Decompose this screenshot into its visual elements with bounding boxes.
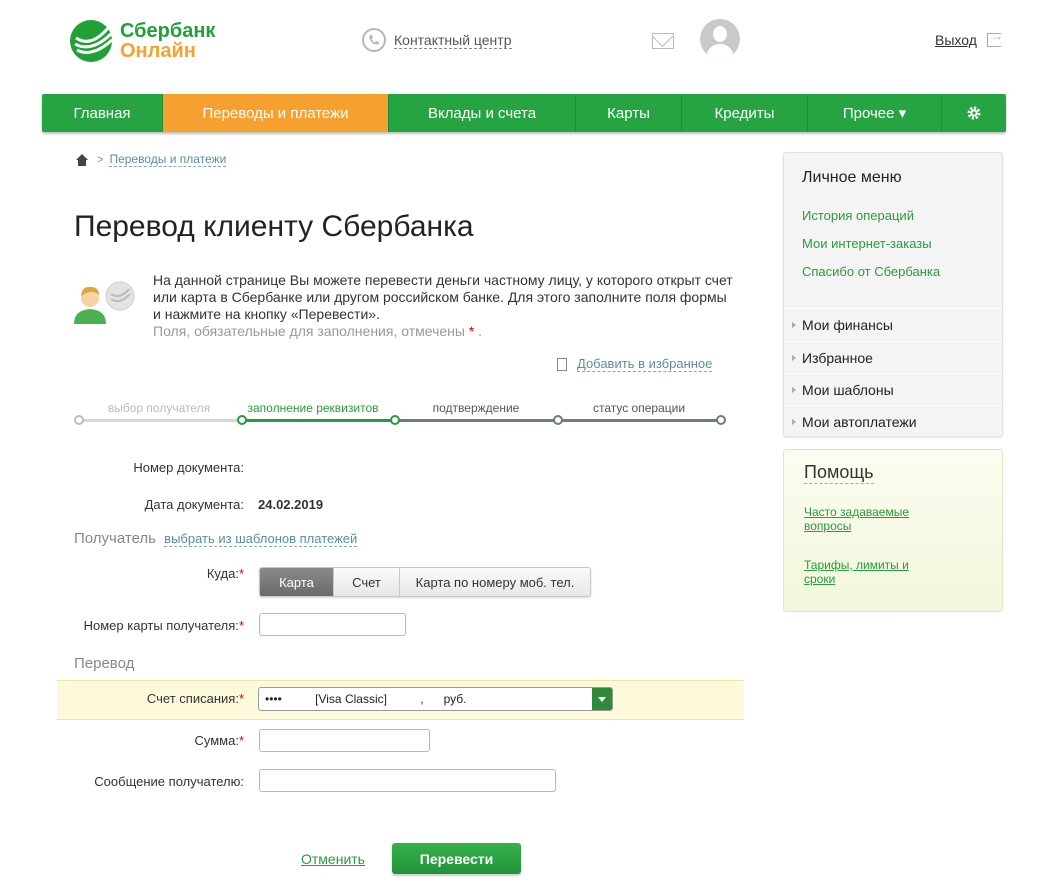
gear-icon xyxy=(967,106,981,120)
step-dot xyxy=(553,415,563,425)
where-label: Куда:* xyxy=(206,566,244,581)
step-label-fill-details: заполнение реквизитов xyxy=(247,401,379,415)
sidebar-item-autopayments[interactable]: Мои автоплатежи xyxy=(784,406,1002,438)
required-note: Поля, обязательные для заполнения, отмеч… xyxy=(153,323,465,339)
logout-label: Выход xyxy=(935,32,977,48)
logo-text-sberbank: Сбербанк xyxy=(120,20,216,42)
add-to-favorites-label: Добавить в избранное xyxy=(577,356,713,372)
help-panel: Помощь Часто задаваемые вопросы Тарифы, … xyxy=(783,449,1003,612)
step-line-done xyxy=(79,419,242,422)
nav-item-other[interactable]: Прочее ▾ xyxy=(808,94,942,132)
step-line-current xyxy=(242,419,395,422)
breadcrumb: > Переводы и платежи xyxy=(75,152,227,167)
page-title: Перевод клиенту Сбербанка xyxy=(74,210,474,243)
chevron-down-icon[interactable] xyxy=(592,688,612,710)
chevron-right-icon: > xyxy=(97,153,104,166)
bookmark-icon xyxy=(557,357,567,371)
step-label-confirmation: подтверждение xyxy=(432,401,520,415)
add-to-favorites-link[interactable]: Добавить в избранное xyxy=(557,356,713,372)
amount-label: Сумма:* xyxy=(194,733,244,748)
message-input[interactable] xyxy=(259,769,556,792)
nav-item-credits[interactable]: Кредиты xyxy=(682,94,808,132)
nav-item-home[interactable]: Главная xyxy=(42,94,163,132)
step-label-select-recipient: выбор получателя xyxy=(107,401,211,415)
account-select-value: •••• [Visa Classic] , руб. xyxy=(265,692,467,706)
account-label: Счет списания:* xyxy=(146,691,244,706)
help-title[interactable]: Помощь xyxy=(804,462,874,484)
internet-orders-link[interactable]: Мои интернет-заказы xyxy=(802,236,932,251)
settings-button[interactable] xyxy=(942,94,1006,132)
recipient-section-label: Получатель xyxy=(74,530,156,547)
transfer-person-icon xyxy=(74,281,135,324)
intro-text: На данной странице Вы можете перевести д… xyxy=(153,272,733,322)
triangle-right-icon xyxy=(792,419,796,425)
doc-date-label: Дата документа: xyxy=(144,497,244,512)
spasibo-link[interactable]: Спасибо от Сбербанка xyxy=(802,264,940,279)
faq-link[interactable]: Часто задаваемые вопросы xyxy=(804,505,924,533)
destination-account-button[interactable]: Счет xyxy=(334,568,400,596)
main-nav: Главная Переводы и платежи Вклады и счет… xyxy=(42,94,1006,132)
doc-date-value: 24.02.2019 xyxy=(258,497,324,512)
card-number-input[interactable] xyxy=(259,613,406,636)
card-number-label: Номер карты получателя:* xyxy=(83,618,244,633)
logo-text-online: Онлайн xyxy=(120,40,196,62)
intro-text-block: На данной странице Вы можете перевести д… xyxy=(153,272,733,340)
step-label-status: статус операции xyxy=(592,401,686,415)
sberbank-logo[interactable]: Сбербанк Онлайн xyxy=(68,18,215,64)
required-note-end: . xyxy=(478,323,483,339)
home-icon[interactable] xyxy=(75,153,89,166)
submit-transfer-button[interactable]: Перевести xyxy=(392,843,521,874)
step-dot xyxy=(237,415,247,425)
recipient-section-title: Получатель выбрать из шаблонов платежей xyxy=(74,530,358,547)
sidebar-item-favorites[interactable]: Избранное xyxy=(784,342,1002,374)
destination-phone-button[interactable]: Карта по номеру моб. тел. xyxy=(400,568,590,596)
message-label: Сообщение получателю: xyxy=(94,774,244,789)
triangle-right-icon xyxy=(792,387,796,393)
doc-number-label: Номер документа: xyxy=(133,460,244,475)
logout-icon xyxy=(986,29,1003,47)
tariffs-link[interactable]: Тарифы, лимиты и сроки xyxy=(804,558,924,586)
triangle-right-icon xyxy=(792,322,796,328)
account-select[interactable]: •••• [Visa Classic] , руб. xyxy=(258,687,613,711)
step-dot xyxy=(390,415,400,425)
step-dot xyxy=(74,415,84,425)
logout-button[interactable]: Выход xyxy=(935,29,1003,48)
amount-input[interactable] xyxy=(259,729,430,752)
step-dot xyxy=(716,415,726,425)
personal-menu-title: Личное меню xyxy=(802,169,902,186)
transfer-section-title: Перевод xyxy=(74,655,135,672)
progress-steps: выбор получателя заполнение реквизитов п… xyxy=(74,400,730,430)
destination-type-selector: Карта Счет Карта по номеру моб. тел. xyxy=(259,567,591,597)
history-link[interactable]: История операций xyxy=(802,208,914,223)
nav-item-transfers[interactable]: Переводы и платежи xyxy=(163,94,389,132)
choose-template-link[interactable]: выбрать из шаблонов платежей xyxy=(164,531,358,547)
destination-card-button[interactable]: Карта xyxy=(260,568,334,596)
cancel-link[interactable]: Отменить xyxy=(301,851,365,867)
avatar[interactable] xyxy=(700,19,740,59)
contact-center-link[interactable]: Контактный центр xyxy=(362,28,512,52)
personal-menu: Личное меню История операций Мои интерне… xyxy=(783,152,1003,437)
mail-icon[interactable] xyxy=(652,33,674,49)
sidebar-item-templates[interactable]: Мои шаблоны xyxy=(784,374,1002,406)
contact-center-label: Контактный центр xyxy=(394,31,512,49)
required-mark: * xyxy=(468,323,475,339)
nav-item-deposits[interactable]: Вклады и счета xyxy=(389,94,576,132)
phone-icon xyxy=(362,28,386,52)
sberbank-logo-icon xyxy=(70,20,114,62)
nav-item-cards[interactable]: Карты xyxy=(576,94,682,132)
sidebar-item-my-finances[interactable]: Мои финансы xyxy=(784,309,1002,341)
breadcrumb-link-transfers[interactable]: Переводы и платежи xyxy=(109,152,227,167)
triangle-right-icon xyxy=(792,355,796,361)
